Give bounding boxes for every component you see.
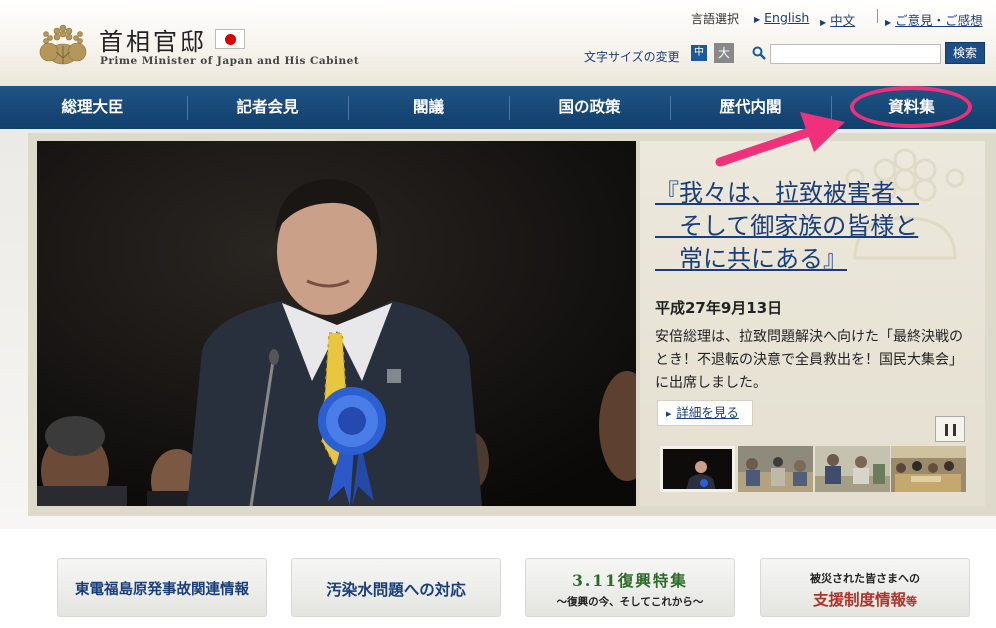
- annotation-highlight-ellipse: [850, 86, 972, 128]
- feature-description: 安倍総理は、拉致問題解決へ向けた「最終決戦のとき！不退転の決意で全員救出を！国民…: [655, 329, 963, 391]
- pause-button[interactable]: [935, 416, 965, 442]
- divider: [877, 9, 878, 23]
- feedback-link-label: ご意見・ご感想: [895, 13, 983, 28]
- font-size-medium-button[interactable]: 中: [691, 45, 707, 61]
- site-title[interactable]: 首相官邸: [99, 22, 207, 57]
- font-size-large-button[interactable]: 大: [714, 43, 734, 63]
- search-icon: [752, 46, 766, 60]
- triangle-right-icon: ▶: [820, 18, 827, 27]
- search-button[interactable]: 検索: [945, 42, 985, 64]
- japan-flag-icon: [215, 29, 245, 49]
- feature-headline[interactable]: 『我々は、拉致被害者、 そして御家族の皆様と 常に共にある』: [655, 177, 955, 276]
- chinese-link-label: 中文: [830, 13, 856, 28]
- reconstruction-feature-button[interactable]: 3.11復興特集 〜復興の今、そしてこれから〜: [525, 558, 735, 617]
- slideshow-thumbnail[interactable]: [891, 446, 966, 492]
- pause-icon: [953, 424, 956, 436]
- reconstruction-feature-label: 3.11復興特集: [572, 571, 688, 590]
- thumbnail-image: [815, 446, 890, 492]
- fukushima-nuclear-info-label: 東電福島原発事故関連情報: [75, 581, 249, 598]
- site-subtitle: Prime Minister of Japan and His Cabinet: [100, 55, 360, 67]
- language-label: 言語選択: [691, 12, 740, 26]
- fukushima-nuclear-info-button[interactable]: 東電福島原発事故関連情報: [57, 558, 267, 617]
- disaster-support-suffix: 等: [906, 595, 917, 608]
- triangle-right-icon: ▶: [666, 409, 672, 418]
- triangle-right-icon: ▶: [754, 15, 761, 24]
- nav-item-cabinet-meeting[interactable]: 閣議: [348, 86, 509, 129]
- contaminated-water-label: 汚染水問題への対応: [326, 580, 466, 599]
- font-size-label: 文字サイズの変更: [584, 50, 680, 64]
- nav-item-prime-minister[interactable]: 総理大臣: [12, 86, 173, 129]
- site-header: 首相官邸 Prime Minister of Japan and His Cab…: [0, 0, 996, 86]
- feature-date: 平成27年9月13日: [655, 299, 783, 317]
- thumbnail-image: [738, 446, 813, 492]
- feedback-link[interactable]: ▶ ご意見・ご感想: [885, 10, 983, 29]
- reconstruction-feature-sublabel: 〜復興の今、そしてこれから〜: [556, 596, 704, 608]
- slideshow-thumbnail[interactable]: [815, 446, 890, 492]
- paulownia-emblem-icon[interactable]: [38, 22, 88, 68]
- see-details-label: 詳細を見る: [676, 405, 739, 420]
- disaster-support-info-button[interactable]: 被災された皆さまへの 支援制度情報等: [760, 558, 970, 617]
- search-input[interactable]: [770, 44, 941, 64]
- thumbnail-image: [891, 446, 966, 492]
- slideshow-thumbnail[interactable]: [738, 446, 813, 492]
- english-link[interactable]: ▶ English: [754, 10, 809, 25]
- annotation-arrow-icon: [715, 112, 845, 167]
- speaker-photo-illustration: [37, 141, 636, 506]
- contaminated-water-button[interactable]: 汚染水問題への対応: [291, 558, 501, 617]
- chinese-link[interactable]: ▶ 中文: [820, 10, 855, 29]
- thumbnail-image: [663, 449, 732, 489]
- see-details-button[interactable]: ▶ 詳細を見る: [657, 400, 753, 426]
- pause-icon: [945, 424, 948, 436]
- nav-item-press-conference[interactable]: 記者会見: [187, 86, 348, 129]
- english-link-label: English: [764, 10, 810, 25]
- disaster-support-label: 支援制度情報: [812, 590, 906, 609]
- triangle-right-icon: ▶: [885, 18, 892, 27]
- disaster-support-toplabel: 被災された皆さまへの: [810, 572, 920, 585]
- featured-photo[interactable]: [37, 141, 636, 506]
- slideshow-thumbnail[interactable]: [660, 446, 735, 492]
- nav-item-policies[interactable]: 国の政策: [509, 86, 670, 129]
